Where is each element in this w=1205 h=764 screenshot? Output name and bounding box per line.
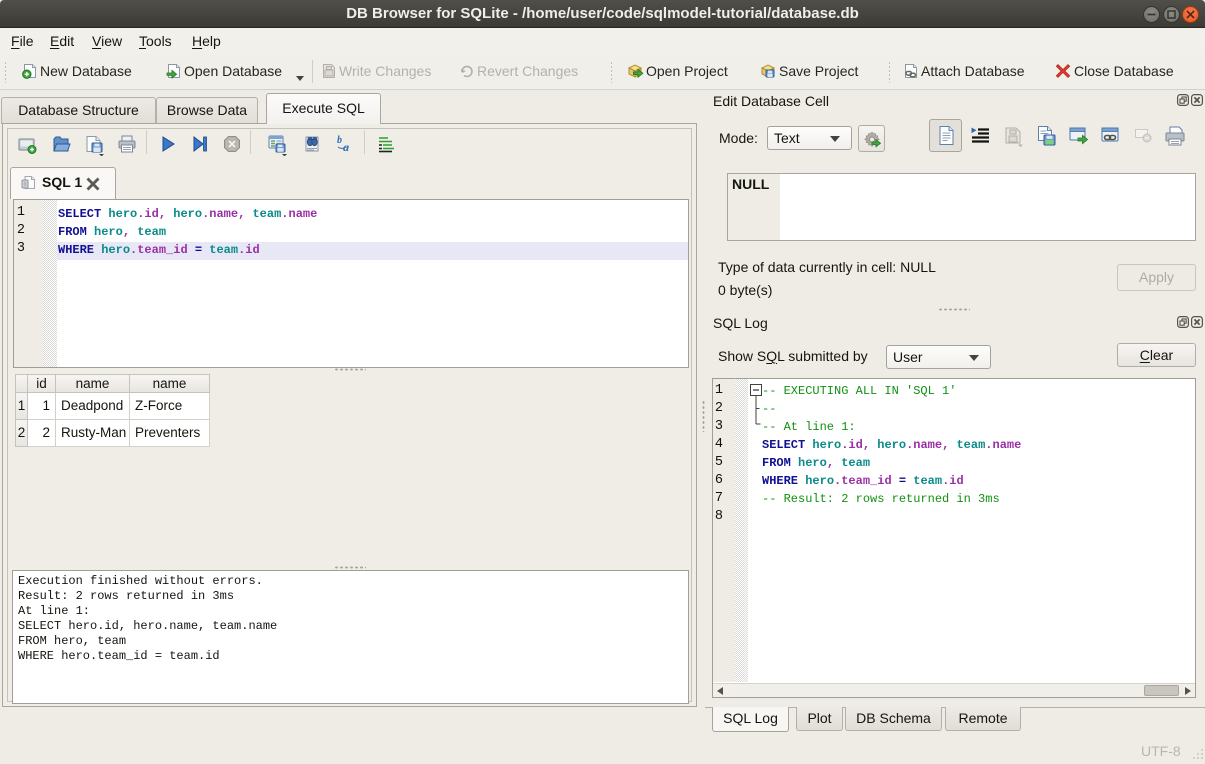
- svg-text:b: b: [337, 135, 342, 146]
